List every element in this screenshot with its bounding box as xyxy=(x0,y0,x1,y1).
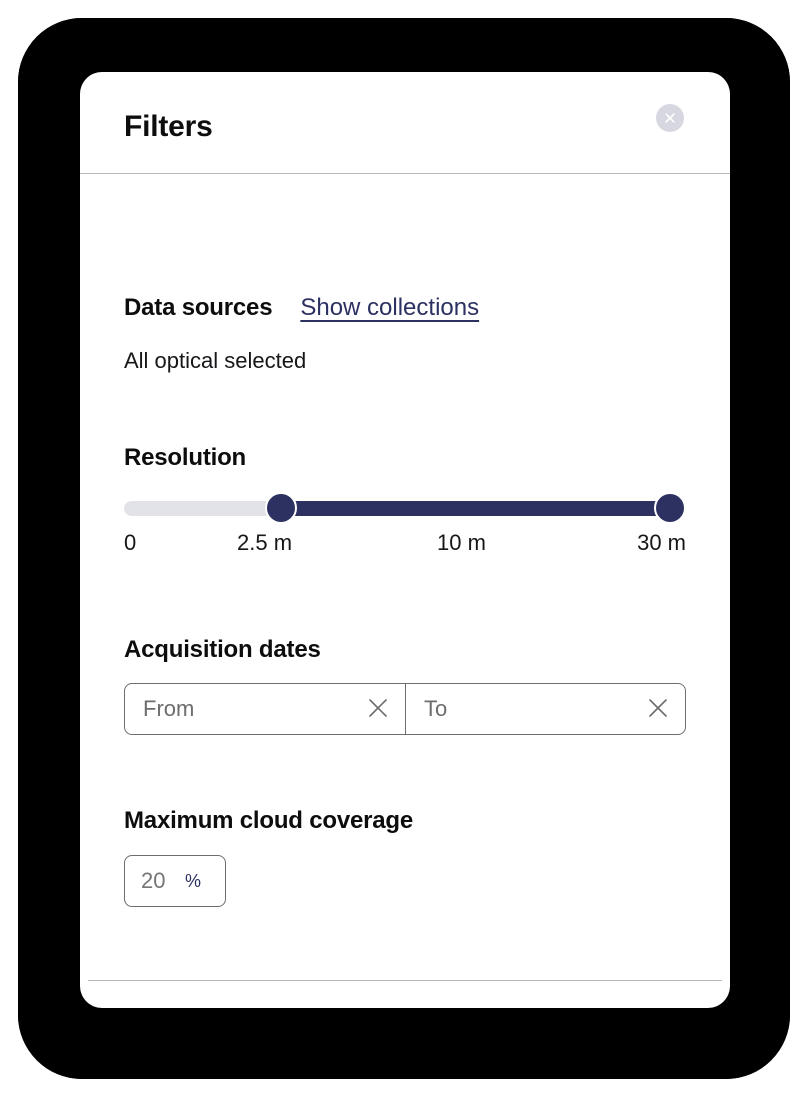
cloud-coverage-heading: Maximum cloud coverage xyxy=(124,807,414,834)
data-sources-heading: Data sources xyxy=(124,294,273,321)
date-to-clear-button[interactable] xyxy=(645,695,671,724)
slider-handle-max[interactable] xyxy=(654,492,686,524)
data-sources-row: Data sources Show collections xyxy=(124,296,479,320)
show-collections-link[interactable]: Show collections xyxy=(300,296,479,320)
acquisition-dates-group xyxy=(124,683,686,735)
page-title: Filters xyxy=(124,110,213,143)
slider-tick-30m: 30 m xyxy=(637,530,686,555)
slider-tick-2-5m: 2.5 m xyxy=(237,530,293,555)
dialog-header: Filters xyxy=(80,72,730,173)
date-from-input[interactable] xyxy=(143,696,357,722)
cloud-coverage-field[interactable]: % xyxy=(124,855,226,907)
acquisition-dates-heading: Acquisition dates xyxy=(124,636,321,663)
filters-dialog: Filters Data sources Show collections Al… xyxy=(80,72,730,1008)
date-from-clear-button[interactable] xyxy=(365,695,391,724)
clear-x-icon xyxy=(365,695,391,724)
header-divider xyxy=(80,173,730,174)
cloud-coverage-input[interactable] xyxy=(141,868,175,894)
close-button[interactable] xyxy=(656,104,684,132)
date-from-field[interactable] xyxy=(125,684,405,734)
slider-selected-range xyxy=(281,501,670,516)
date-to-field[interactable] xyxy=(405,684,685,734)
slider-tick-0: 0 xyxy=(124,530,137,555)
resolution-heading: Resolution xyxy=(124,444,246,471)
resolution-slider[interactable] xyxy=(124,492,686,526)
slider-handle-min[interactable] xyxy=(265,492,297,524)
page-root: Filters Data sources Show collections Al… xyxy=(0,0,808,1097)
data-sources-status: All optical selected xyxy=(124,348,307,373)
dialog-footer: Reset to defaults Apply filters xyxy=(80,981,730,1008)
close-icon xyxy=(663,111,677,125)
slider-tick-labels: 0 2.5 m 10 m 30 m xyxy=(124,532,686,558)
slider-tick-10m: 10 m xyxy=(437,530,486,555)
clear-x-icon xyxy=(645,695,671,724)
cloud-coverage-unit: % xyxy=(185,871,202,891)
date-to-input[interactable] xyxy=(424,696,637,722)
